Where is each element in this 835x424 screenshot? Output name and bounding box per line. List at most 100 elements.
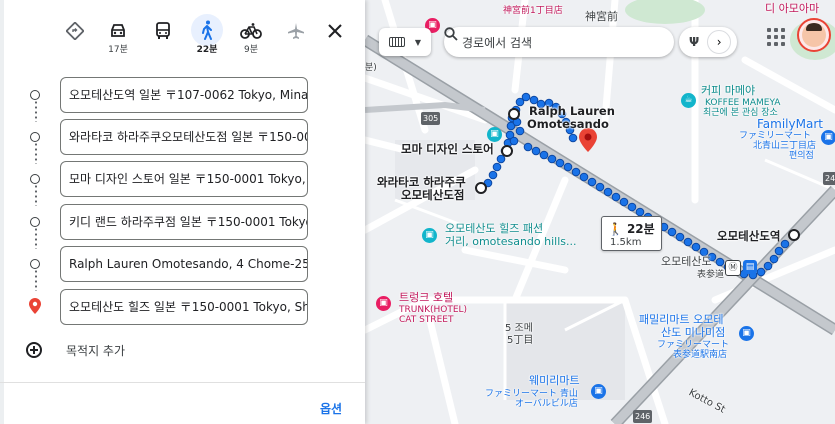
road-badge-246b: 246 bbox=[823, 172, 835, 185]
route-time: 22분 bbox=[626, 222, 655, 236]
keyboard-icon bbox=[388, 37, 405, 47]
map-label-family1: FamilyMart bbox=[757, 117, 823, 131]
mode-drive-label: 17분 bbox=[108, 45, 128, 55]
stop-marker-station[interactable] bbox=[788, 229, 800, 241]
mode-walk-button[interactable]: 22분 bbox=[189, 13, 225, 64]
coffee-poi-icon[interactable]: ☕ bbox=[681, 93, 696, 108]
travel-mode-bar: 17분 22분 9분 bbox=[55, 13, 355, 68]
route-search-box[interactable]: 경로에서 검색 bbox=[444, 27, 674, 57]
bus-icon bbox=[156, 22, 170, 39]
stop-input-5[interactable]: Ralph Lauren Omotesando, 4 Chome-25-15 bbox=[60, 246, 308, 282]
avatar[interactable] bbox=[797, 18, 831, 52]
map-label-wemi2: ファミリーマート 青山 bbox=[485, 389, 578, 399]
map-label-family4: 편의점 bbox=[789, 151, 814, 161]
diamond-directions-icon bbox=[66, 22, 84, 40]
metro-station-icon[interactable]: Ⓜ bbox=[725, 260, 741, 276]
close-directions-button[interactable] bbox=[317, 18, 353, 64]
mode-bike-button[interactable]: 9분 bbox=[233, 18, 269, 64]
walk-icon bbox=[202, 20, 212, 40]
map-canvas[interactable]: ▣ ☕ ▣ ▣ ▣ ▣ ▣ ▣ Ⓜ ▤ 神宮前1丁目店 神宮前 디 아모아마 분… bbox=[365, 0, 835, 424]
stop-input-4[interactable]: 키디 랜드 하라주쿠점 일본 〒150-0001 Tokyo, bbox=[60, 204, 308, 240]
add-circle-icon bbox=[26, 342, 42, 358]
bike-icon bbox=[240, 23, 262, 39]
map-label-wemi3: オーバルビル店 bbox=[515, 399, 578, 409]
stop-input-6[interactable]: 오모테산도 힐즈 일본 〒150-0001 Tokyo, Shib bbox=[60, 289, 308, 325]
options-button[interactable]: 옵션 bbox=[320, 400, 342, 417]
avatar-image bbox=[802, 23, 826, 47]
map-label-fm2-2: 산도 미나미점 bbox=[661, 326, 726, 339]
train-station-icon[interactable]: ▤ bbox=[743, 260, 757, 274]
stop-input-3[interactable]: 모마 디자인 스토어 일본 〒150-0001 Tokyo, S bbox=[60, 161, 308, 197]
stop-connector bbox=[35, 269, 37, 291]
map-label-coffee2: KOFFEE MAMEYA bbox=[705, 98, 781, 108]
maps-directions-window: ▣ ☕ ▣ ▣ ▣ ▣ ▣ ▣ Ⓜ ▤ 神宮前1丁目店 神宮前 디 아모아마 분… bbox=[0, 0, 835, 424]
stop-marker-moma[interactable] bbox=[501, 145, 513, 157]
walking-route-path bbox=[475, 92, 790, 280]
familymart2-poi-icon[interactable]: ▣ bbox=[739, 326, 754, 341]
hotel-poi-icon[interactable]: ▣ bbox=[376, 296, 391, 311]
map-label-jingumae-top: 神宮前1丁目店 bbox=[503, 6, 563, 16]
map-label-trunk2: TRUNK(HOTEL) bbox=[399, 305, 468, 315]
map-label-station3: 表参道 bbox=[697, 270, 725, 280]
add-destination-button[interactable]: 목적지 추가 bbox=[26, 338, 125, 362]
map-label-moma: 모마 디자인 스토어 bbox=[401, 142, 494, 156]
mode-bike-label: 9분 bbox=[243, 45, 258, 55]
stop-marker-warataco[interactable] bbox=[475, 182, 487, 194]
stop-input-2[interactable]: 와라타코 하라주쿠오모테산도점 일본 〒150-00 bbox=[60, 119, 308, 155]
origin-circle-icon bbox=[30, 90, 40, 100]
route-time-badge[interactable]: 🚶 22분 1.5km bbox=[601, 216, 662, 251]
stop-circle-icon bbox=[30, 174, 40, 184]
chevron-right-icon[interactable]: › bbox=[707, 30, 732, 54]
stop-input-1[interactable]: 오모테산도역 일본 〒107-0062 Tokyo, Minato bbox=[60, 77, 308, 113]
search-icon bbox=[444, 27, 458, 41]
stop-connector bbox=[35, 184, 37, 206]
dropdown-caret-icon: ▼ bbox=[414, 37, 422, 47]
shopping-poi-icon[interactable]: ▣ bbox=[487, 127, 502, 142]
mode-walk-label: 22분 bbox=[196, 45, 218, 55]
road-badge-305: 305 bbox=[421, 112, 441, 125]
directions-panel: 17분 22분 9분 오모테산도역 일본 〒107-0062 Tokyo, Mi… bbox=[0, 0, 365, 424]
map-label-hills1: 오모테산도 힐즈 패션 bbox=[445, 222, 544, 235]
stop-row-1: 오모테산도역 일본 〒107-0062 Tokyo, Minato bbox=[0, 77, 365, 115]
mode-drive-button[interactable]: 17분 bbox=[100, 18, 136, 64]
map-label-lt-top: 디 아모아마 bbox=[765, 2, 820, 15]
road-badge-246: 246 bbox=[633, 410, 653, 423]
stop-circle-icon bbox=[30, 132, 40, 142]
map-label-family3: 北青山三丁目店 bbox=[753, 141, 817, 151]
map-label-wara2: 오모테산도점 bbox=[401, 188, 465, 202]
mode-flight-button[interactable] bbox=[278, 18, 314, 64]
apps-grid-icon[interactable] bbox=[767, 28, 785, 46]
familymart3-poi-icon[interactable]: ▣ bbox=[591, 384, 606, 399]
stop-circle-icon bbox=[30, 259, 40, 269]
map-label-trunk1: 트렁크 호텔 bbox=[399, 291, 454, 304]
add-destination-label: 목적지 추가 bbox=[66, 343, 126, 358]
hills-poi-icon[interactable]: ▣ bbox=[422, 228, 437, 243]
map-label-chome2: 5丁目 bbox=[507, 335, 534, 346]
convenience-poi-icon[interactable]: ▣ bbox=[821, 130, 835, 145]
fork-knife-icon: Ψ bbox=[689, 35, 700, 49]
map-label-trunk3: CAT STREET bbox=[399, 315, 454, 325]
keyboard-layers-button[interactable]: ▼ bbox=[379, 28, 431, 56]
route-distance: 1.5km bbox=[610, 237, 642, 248]
destination-pin-icon[interactable] bbox=[579, 128, 597, 152]
map-label-station2: 오모테산도 bbox=[661, 255, 712, 268]
map-label-station1: 오모테산도역 bbox=[717, 229, 781, 243]
map-label-family2: ファミリーマート bbox=[739, 131, 812, 141]
stop-row-3: 모마 디자인 스토어 일본 〒150-0001 Tokyo, S bbox=[0, 161, 365, 199]
mode-transit-button[interactable] bbox=[145, 18, 181, 64]
plane-icon bbox=[288, 23, 304, 39]
destination-pin-icon bbox=[29, 298, 41, 314]
map-label-coffee1: 커피 마메야 bbox=[701, 84, 756, 97]
panel-divider bbox=[0, 382, 365, 383]
restaurants-chip[interactable]: Ψ › bbox=[679, 27, 737, 57]
walk-small-icon: 🚶 bbox=[608, 221, 623, 236]
mode-best-button[interactable] bbox=[57, 18, 93, 64]
stop-row-5: Ralph Lauren Omotesando, 4 Chome-25-15 bbox=[0, 246, 365, 284]
map-label-fm2-3: ファミリーマート bbox=[657, 340, 730, 350]
search-placeholder: 경로에서 검색 bbox=[462, 35, 533, 50]
stop-marker-ralph[interactable] bbox=[508, 108, 520, 120]
close-icon bbox=[328, 24, 342, 38]
stop-row-6: 오모테산도 힐즈 일본 〒150-0001 Tokyo, Shib bbox=[0, 289, 365, 327]
map-label-fm2-1: 패밀리마트 오모테 bbox=[639, 313, 724, 326]
car-icon bbox=[111, 24, 125, 37]
